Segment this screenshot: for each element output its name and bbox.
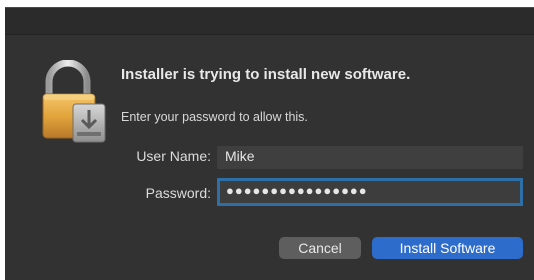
password-label: Password: (145, 185, 211, 201)
title-bar (5, 8, 534, 35)
install-software-button[interactable]: Install Software (372, 237, 523, 259)
username-field[interactable]: Mike (217, 146, 523, 169)
username-label: User Name: (136, 148, 211, 164)
authentication-dialog: Installer is trying to install new softw… (5, 7, 534, 280)
lock-icon (41, 59, 107, 146)
password-field[interactable]: ●●●●●●●●●●●●●●●● (217, 178, 523, 206)
cancel-button[interactable]: Cancel (279, 237, 361, 259)
dialog-title: Installer is trying to install new softw… (121, 66, 411, 83)
dialog-subtitle: Enter your password to allow this. (121, 110, 308, 124)
